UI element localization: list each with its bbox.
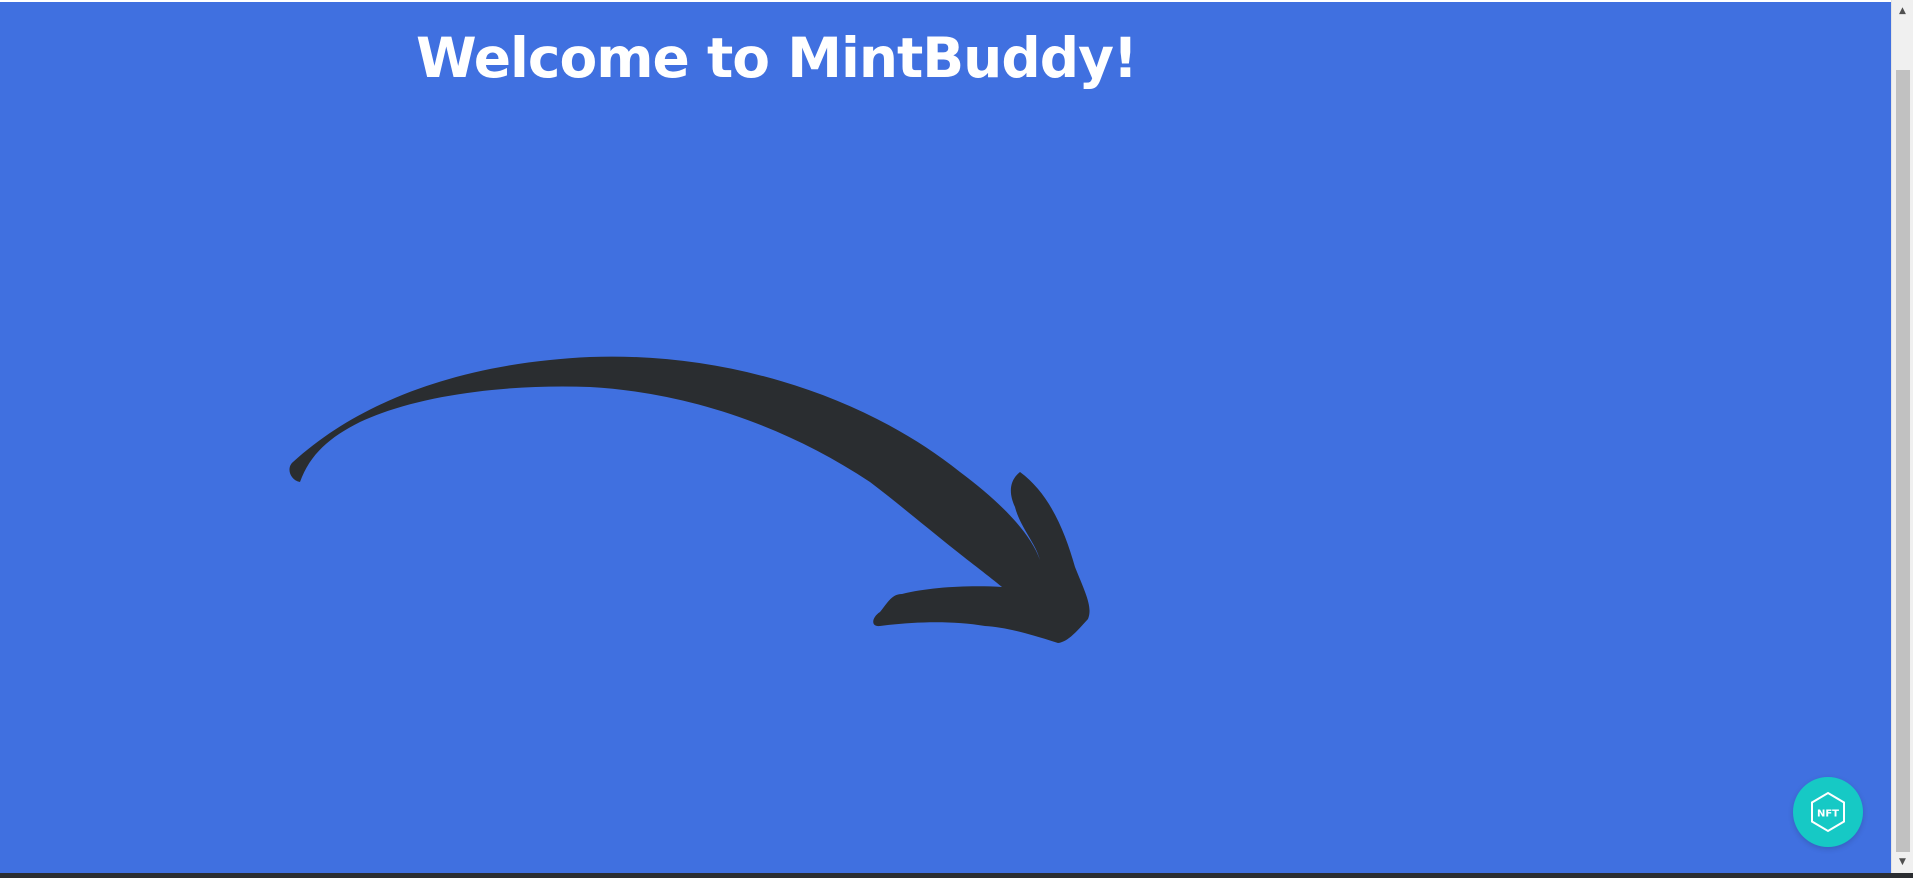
welcome-page: Welcome to MintBuddy! NFT [0,2,1891,873]
scrollbar-thumb[interactable] [1896,70,1910,852]
scroll-up-icon[interactable]: ▲ [1892,2,1913,20]
browser-viewport: Welcome to MintBuddy! NFT ▲ ▼ [0,0,1913,873]
vertical-scrollbar[interactable]: ▲ ▼ [1891,0,1913,873]
arrow-shape [289,356,1090,643]
scroll-down-icon[interactable]: ▼ [1892,853,1913,871]
hexagon-icon: NFT [1811,791,1845,833]
curved-arrow-icon [289,356,1090,643]
nft-button-label: NFT [1817,809,1839,820]
nft-button[interactable]: NFT [1793,777,1863,847]
